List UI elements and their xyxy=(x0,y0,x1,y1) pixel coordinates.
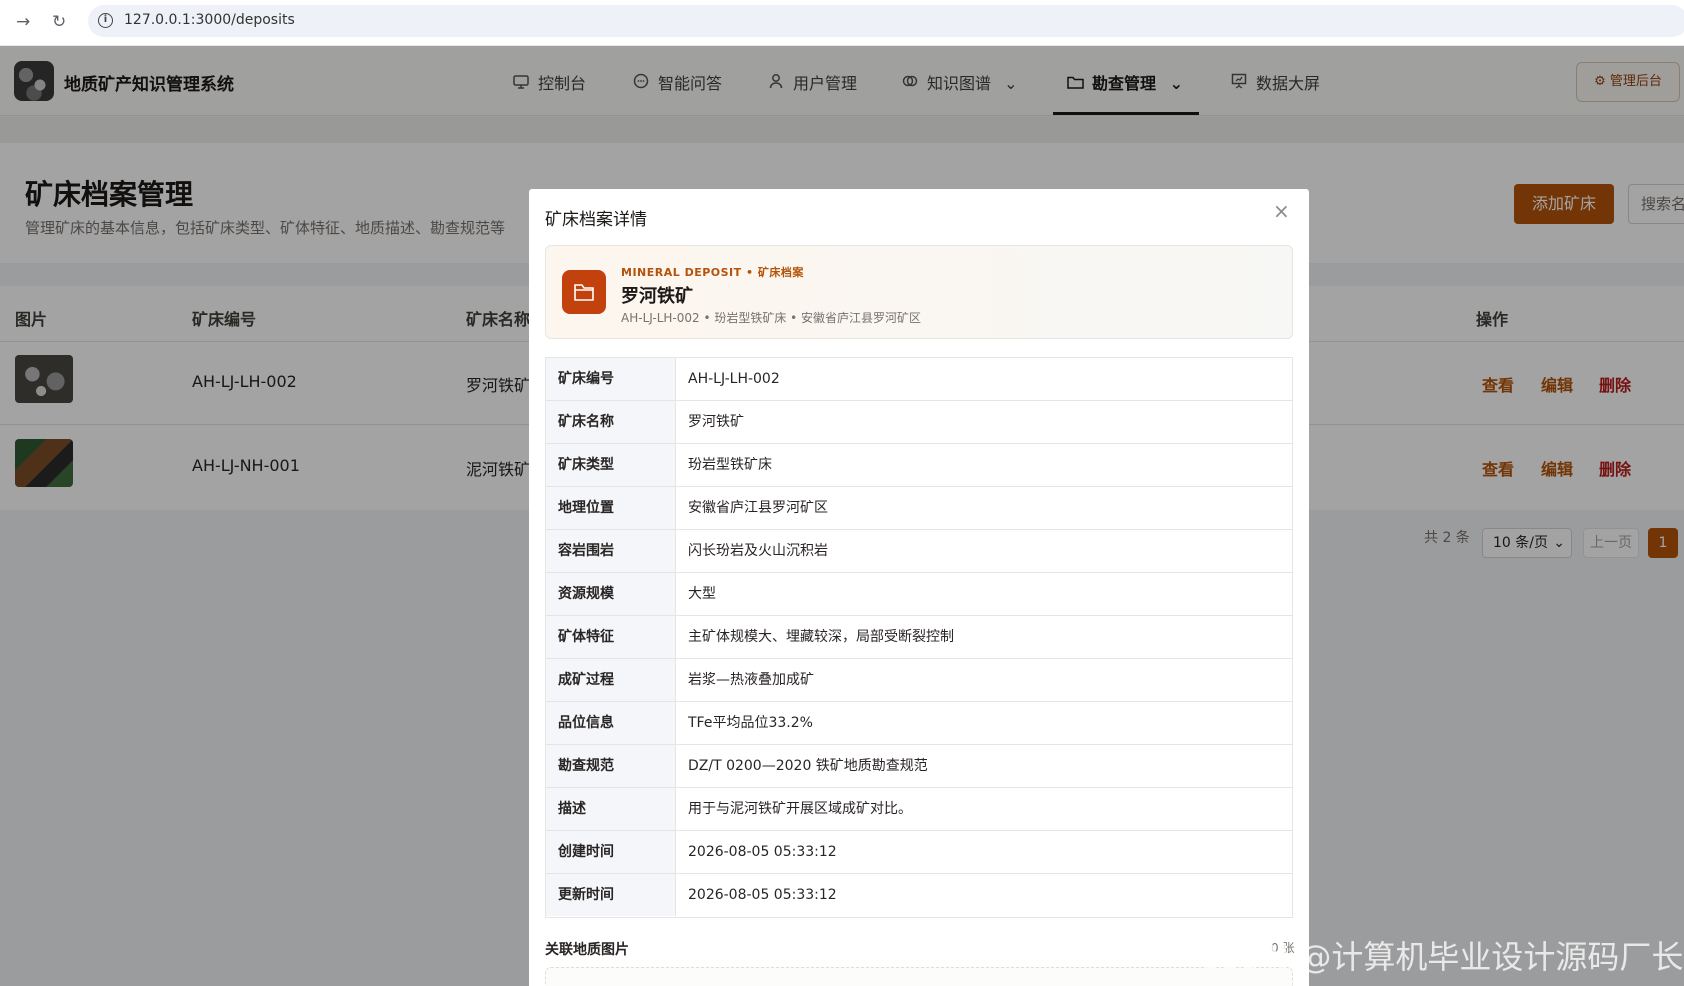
detail-value: 闪长玢岩及火山沉积岩 xyxy=(688,543,828,559)
detail-value: 安徽省庐江县罗河矿区 xyxy=(688,500,828,516)
detail-label: 成矿过程 xyxy=(546,659,676,701)
detail-value: 玢岩型铁矿床 xyxy=(688,457,772,473)
detail-value: 用于与泥河铁矿开展区域成矿对比。 xyxy=(688,801,912,817)
back-arrow-icon[interactable]: → xyxy=(16,12,30,32)
folder-icon xyxy=(562,270,606,314)
deposit-meta: AH-LJ-LH-002 • 玢岩型铁矿床 • 安徽省庐江县罗河矿区 xyxy=(621,311,922,325)
related-images-label: 关联地质图片 xyxy=(545,942,629,958)
reload-icon[interactable]: ↻ xyxy=(52,12,66,32)
watermark: CSDN @计算机毕业设计源码厂长 xyxy=(1198,938,1684,976)
detail-label: 资源规模 xyxy=(546,573,676,615)
detail-value: 罗河铁矿 xyxy=(688,414,744,430)
detail-label: 矿床名称 xyxy=(546,401,676,443)
detail-row: 更新时间 2026-08-05 05:33:12 xyxy=(546,874,1292,917)
detail-row: 地理位置 安徽省庐江县罗河矿区 xyxy=(546,487,1292,530)
detail-value: AH-LJ-LH-002 xyxy=(688,371,780,387)
detail-row: 资源规模 大型 xyxy=(546,573,1292,616)
detail-value: TFe平均品位33.2% xyxy=(688,715,813,731)
related-images-area xyxy=(545,967,1293,986)
url-text: 127.0.0.1:3000/deposits xyxy=(124,12,295,28)
modal-title: 矿床档案详情 xyxy=(545,210,647,230)
deposit-name: 罗河铁矿 xyxy=(621,286,693,307)
detail-value: 主矿体规模大、埋藏较深，局部受断裂控制 xyxy=(688,629,954,645)
detail-row: 成矿过程 岩浆—热液叠加成矿 xyxy=(546,659,1292,702)
detail-value: 2026-08-05 05:33:12 xyxy=(688,887,837,903)
detail-row: 容岩围岩 闪长玢岩及火山沉积岩 xyxy=(546,530,1292,573)
browser-toolbar: → ↻ i 127.0.0.1:3000/deposits xyxy=(0,0,1684,46)
detail-row: 矿床名称 罗河铁矿 xyxy=(546,401,1292,444)
detail-label: 品位信息 xyxy=(546,702,676,744)
detail-row: 勘查规范 DZ/T 0200—2020 铁矿地质勘查规范 xyxy=(546,745,1292,788)
address-bar[interactable]: i 127.0.0.1:3000/deposits xyxy=(88,5,1684,37)
detail-label: 容岩围岩 xyxy=(546,530,676,572)
detail-value: 2026-08-05 05:33:12 xyxy=(688,844,837,860)
detail-value: 大型 xyxy=(688,586,716,602)
detail-label: 矿床类型 xyxy=(546,444,676,486)
detail-label: 更新时间 xyxy=(546,874,676,916)
detail-row: 创建时间 2026-08-05 05:33:12 xyxy=(546,831,1292,874)
deposit-detail-modal: 矿床档案详情 × MINERAL DEPOSIT • 矿床档案 罗河铁矿 AH-… xyxy=(529,189,1309,986)
detail-value: 岩浆—热液叠加成矿 xyxy=(688,672,814,688)
detail-row: 描述 用于与泥河铁矿开展区域成矿对比。 xyxy=(546,788,1292,831)
detail-label: 描述 xyxy=(546,788,676,830)
detail-row: 矿床类型 玢岩型铁矿床 xyxy=(546,444,1292,487)
deposit-detail-table: 矿床编号 AH-LJ-LH-002 矿床名称 罗河铁矿 矿床类型 玢岩型铁矿床 地理位… xyxy=(545,357,1293,918)
detail-row: 品位信息 TFe平均品位33.2% xyxy=(546,702,1292,745)
site-info-icon[interactable]: i xyxy=(98,13,113,28)
detail-label: 勘查规范 xyxy=(546,745,676,787)
detail-row: 矿床编号 AH-LJ-LH-002 xyxy=(546,358,1292,401)
detail-row: 矿体特征 主矿体规模大、埋藏较深，局部受断裂控制 xyxy=(546,616,1292,659)
close-icon[interactable]: × xyxy=(1273,199,1290,223)
deposit-hero-card: MINERAL DEPOSIT • 矿床档案 罗河铁矿 AH-LJ-LH-002… xyxy=(545,245,1293,339)
detail-label: 矿床编号 xyxy=(546,358,676,400)
detail-value: DZ/T 0200—2020 铁矿地质勘查规范 xyxy=(688,758,928,774)
deposit-tag: MINERAL DEPOSIT • 矿床档案 xyxy=(621,266,804,279)
detail-label: 地理位置 xyxy=(546,487,676,529)
detail-label: 矿体特征 xyxy=(546,616,676,658)
detail-label: 创建时间 xyxy=(546,831,676,873)
